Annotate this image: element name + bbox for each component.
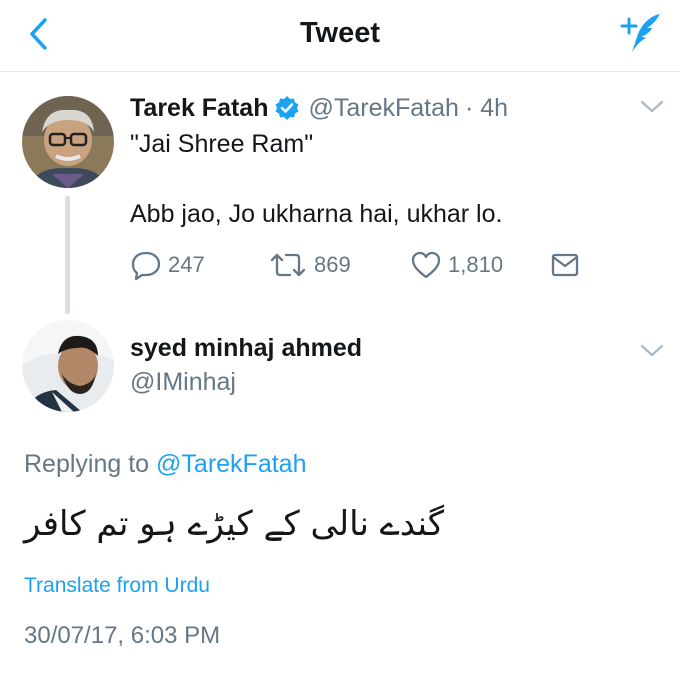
like-button[interactable]: 1,810 (410, 247, 503, 283)
retweet-count: 869 (314, 252, 351, 277)
tweet-text-line1: "Jai Shree Ram" (130, 130, 314, 158)
like-count: 1,810 (448, 252, 504, 277)
reply-icon (131, 251, 161, 280)
navigation-header: Tweet (0, 0, 680, 72)
user-handle[interactable]: @TarekFatah (308, 94, 458, 123)
display-name[interactable]: syed minhaj ahmed (130, 334, 362, 363)
tweet-text: گندے نالی کے کیڑے ہو تم کافر (24, 504, 444, 544)
tweet-time: · 4h (464, 93, 509, 122)
replying-to-link[interactable]: @TarekFatah (156, 450, 306, 478)
tweet-text-line2: Abb jao, Jo ukharna hai, ukhar lo. (130, 200, 503, 228)
display-name[interactable]: Tarek Fatah (130, 94, 268, 123)
avatar[interactable] (22, 96, 114, 188)
replying-to: Replying to @TarekFatah (24, 450, 306, 479)
page-title: Tweet (299, 17, 381, 49)
avatar[interactable] (22, 320, 114, 412)
avatar-photo-icon (22, 96, 114, 188)
thread-connector (65, 196, 70, 314)
tweet-timestamp: 30/07/17, 6:03 PM (24, 622, 221, 649)
envelope-icon (551, 253, 579, 277)
user-handle[interactable]: @IMinhaj (130, 368, 236, 397)
compose-tweet-button[interactable] (614, 10, 666, 56)
retweet-icon (270, 253, 306, 277)
chevron-down-icon[interactable] (638, 340, 666, 360)
direct-message-button[interactable] (550, 247, 580, 283)
heart-icon (411, 251, 441, 279)
reply-button[interactable]: 247 (130, 247, 205, 283)
replying-prefix: Replying to (24, 450, 150, 478)
retweet-button[interactable]: 869 (268, 247, 351, 283)
reply-count: 247 (168, 252, 205, 277)
chevron-down-icon[interactable] (638, 96, 666, 116)
verified-badge-icon (275, 96, 299, 120)
tweet-header: Tarek Fatah @TarekFatah · 4h (130, 92, 508, 124)
compose-tweet-icon (620, 14, 660, 52)
translate-link[interactable]: Translate from Urdu (24, 574, 210, 598)
avatar-photo-icon (22, 320, 114, 412)
